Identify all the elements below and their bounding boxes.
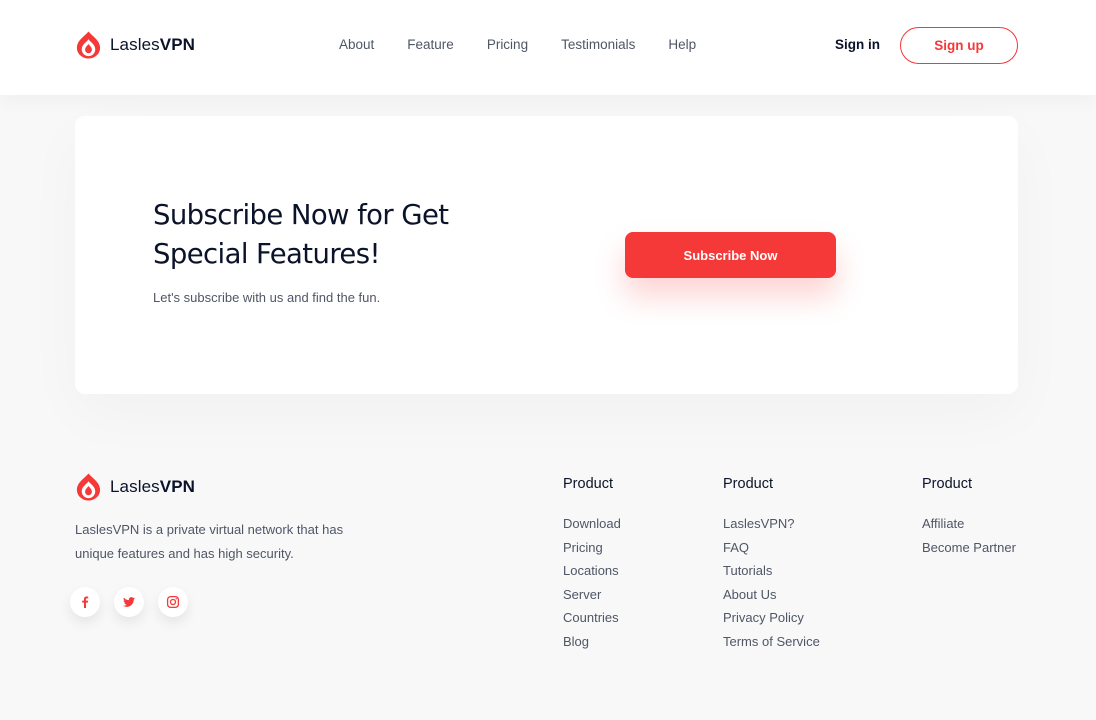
footer-column-3: Product Affiliate Become Partner: [922, 476, 1016, 563]
footer-link-tutorials[interactable]: Tutorials: [723, 563, 820, 587]
footer-link-lasles-vpn[interactable]: LaslesVPN?: [723, 516, 820, 540]
nav-feature[interactable]: Feature: [407, 37, 454, 52]
footer-column-title: Product: [922, 476, 972, 492]
brand-name: LaslesVPN: [110, 35, 196, 54]
facebook-link[interactable]: [70, 587, 100, 617]
footer-link-server[interactable]: Server: [563, 587, 621, 611]
footer-column-2: Product LaslesVPN? FAQ Tutorials About U…: [723, 476, 820, 658]
nav-pricing[interactable]: Pricing: [487, 37, 528, 52]
social-links: [70, 587, 188, 617]
instagram-icon: [166, 595, 180, 609]
footer-link-countries[interactable]: Countries: [563, 610, 621, 634]
header-logo[interactable]: LaslesVPN: [74, 30, 195, 60]
twitter-link[interactable]: [114, 587, 144, 617]
flame-logo-icon: [76, 473, 101, 501]
flame-logo-icon: [76, 31, 101, 59]
sign-in-link[interactable]: Sign in: [835, 37, 880, 52]
subscribe-card: Subscribe Now for Get Special Features! …: [75, 116, 1018, 394]
footer-link-download[interactable]: Download: [563, 516, 621, 540]
footer-logo[interactable]: LaslesVPN: [74, 472, 195, 502]
footer-link-blog[interactable]: Blog: [563, 634, 621, 658]
sign-up-button[interactable]: Sign up: [900, 27, 1018, 64]
subscribe-title: Subscribe Now for Get Special Features!: [153, 199, 449, 270]
footer-column-title: Product: [723, 476, 773, 492]
facebook-icon: [82, 596, 89, 608]
footer-link-pricing[interactable]: Pricing: [563, 540, 621, 564]
footer-link-terms-of-service[interactable]: Terms of Service: [723, 634, 820, 658]
footer-link-faq[interactable]: FAQ: [723, 540, 820, 564]
main-nav: About Feature Pricing Testimonials Help: [339, 37, 729, 52]
twitter-icon: [123, 597, 135, 607]
nav-help[interactable]: Help: [668, 37, 696, 52]
instagram-link[interactable]: [158, 587, 188, 617]
subscribe-subtitle: Let's subscribe with us and find the fun…: [153, 290, 381, 305]
footer-brand-name: LaslesVPN: [110, 477, 196, 496]
footer-column-1: Product Download Pricing Locations Serve…: [563, 476, 621, 658]
footer-link-affiliate[interactable]: Affiliate: [922, 516, 1016, 540]
footer-link-privacy-policy[interactable]: Privacy Policy: [723, 610, 820, 634]
footer-column-title: Product: [563, 476, 613, 492]
site-header: LaslesVPN About Feature Pricing Testimon…: [0, 0, 1096, 95]
nav-about[interactable]: About: [339, 37, 374, 52]
footer-description: LaslesVPN is a private virtual network t…: [75, 522, 344, 561]
nav-testimonials[interactable]: Testimonials: [561, 37, 635, 52]
subscribe-now-button[interactable]: Subscribe Now: [625, 232, 836, 278]
footer-link-locations[interactable]: Locations: [563, 563, 621, 587]
footer-link-become-partner[interactable]: Become Partner: [922, 540, 1016, 564]
footer-link-about-us[interactable]: About Us: [723, 587, 820, 611]
